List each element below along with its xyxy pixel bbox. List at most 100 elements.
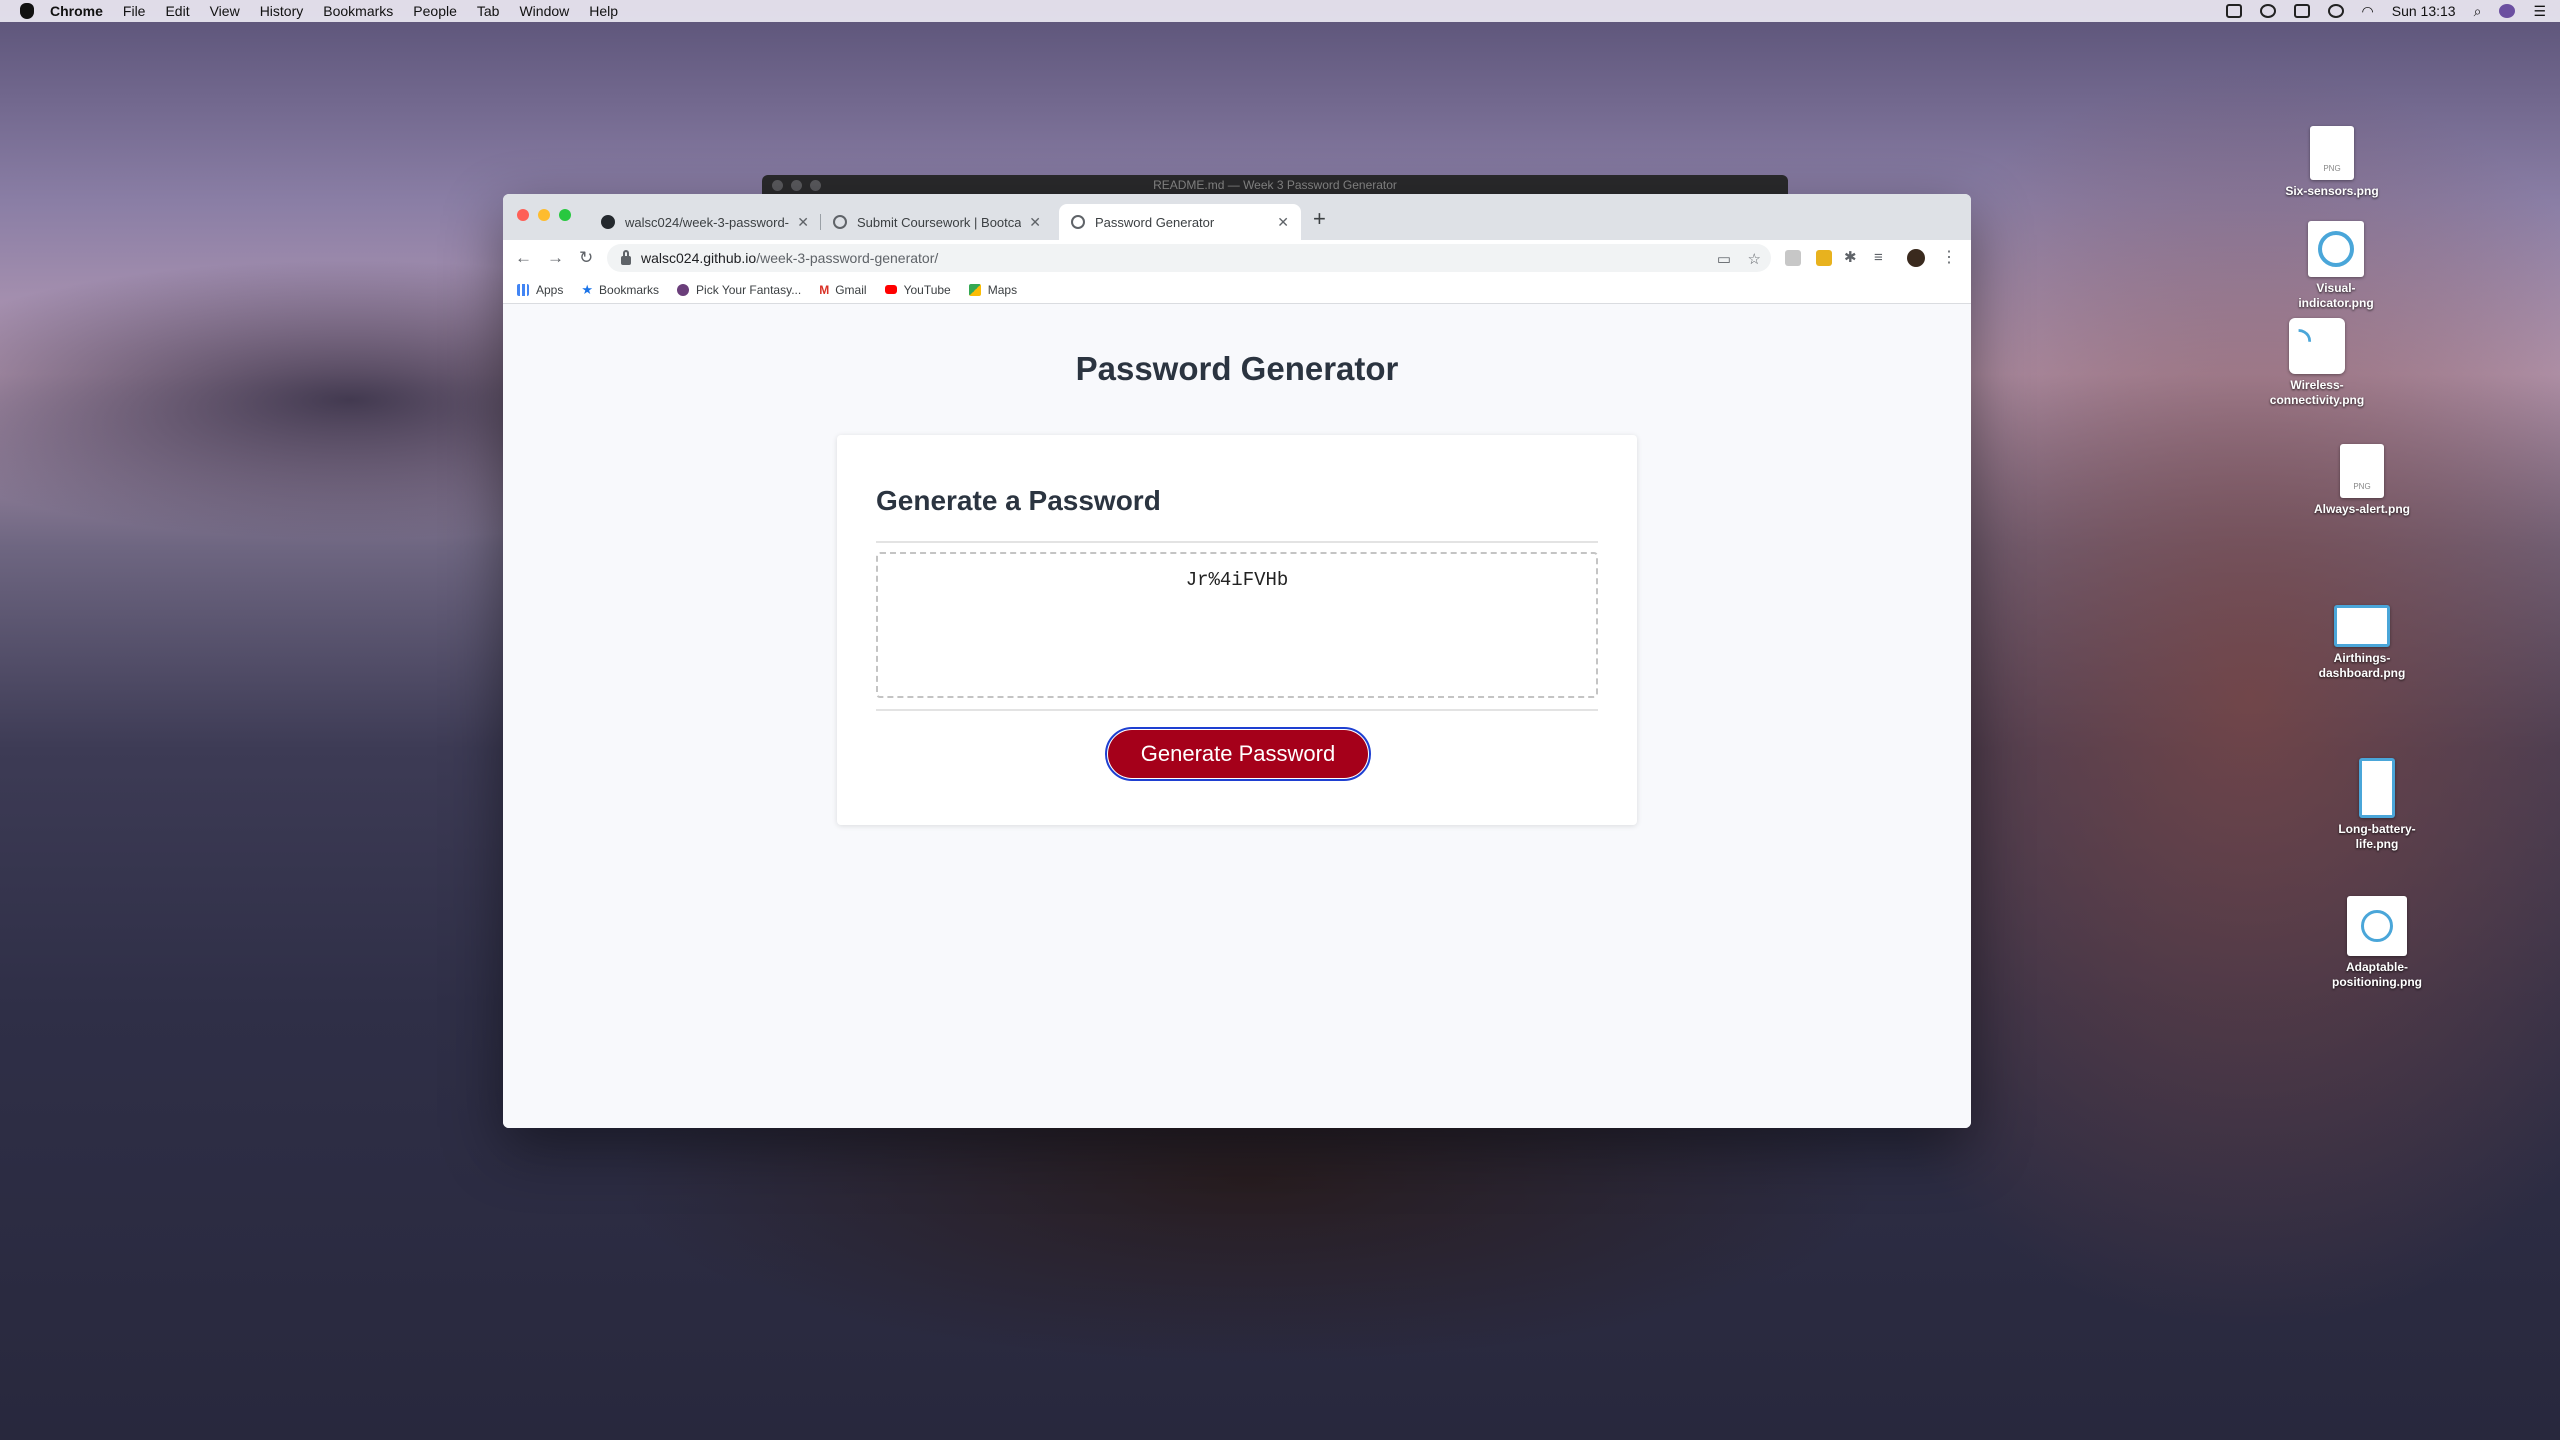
bookmark-bookmarks[interactable]: ★ Bookmarks — [581, 282, 659, 298]
extension-icon[interactable] — [1816, 250, 1832, 266]
youtube-icon — [884, 285, 897, 294]
puzzle-icon[interactable]: ✱ — [1844, 248, 1857, 268]
desktop-icon-label: Airthings-dashboard.png — [2318, 651, 2406, 680]
minimize-window-button[interactable] — [538, 209, 550, 221]
user-icon[interactable] — [2499, 4, 2516, 18]
apple-icon[interactable] — [20, 3, 34, 19]
browser-toolbar: ← → ↻ walsc024.github.io/week-3-password… — [503, 240, 1971, 276]
page-title: Password Generator — [1075, 350, 1399, 387]
site-icon — [677, 283, 690, 296]
close-tab-icon[interactable]: ✕ — [797, 214, 809, 231]
star-icon[interactable]: ☆ — [1748, 250, 1761, 268]
close-window-button[interactable] — [517, 209, 529, 221]
url-path: /week-3-password-generator/ — [756, 250, 939, 266]
target-icon — [2347, 896, 2407, 956]
bookmark-label: Apps — [536, 282, 564, 297]
avatar[interactable] — [1907, 249, 1925, 267]
divider — [876, 541, 1598, 543]
tab-password-generator[interactable]: Password Generator ✕ — [1059, 204, 1301, 240]
desktop-icon-label: Adaptable-positioning.png — [2332, 960, 2422, 989]
background-window-title: README.md — Week 3 Password Generator — [1153, 178, 1397, 192]
background-window-titlebar[interactable]: README.md — Week 3 Password Generator — [762, 175, 1788, 195]
bookmark-label: Bookmarks — [599, 282, 660, 297]
search-icon[interactable]: ⌕ — [2474, 3, 2482, 20]
gmail-icon: M — [819, 282, 830, 297]
menu-window[interactable]: Window — [519, 3, 569, 19]
cloud-icon[interactable] — [2259, 4, 2276, 18]
bookmark-apps[interactable]: Apps — [517, 283, 563, 297]
url-host: walsc024.github.io — [641, 250, 757, 266]
desktop-icon-visual-indicator[interactable]: Visual-indicator.png — [2281, 221, 2391, 311]
lock-icon[interactable] — [621, 249, 631, 265]
close-tab-icon[interactable]: ✕ — [1029, 214, 1041, 231]
bookmark-label: Gmail — [835, 282, 867, 297]
bluetooth-icon[interactable] — [2327, 4, 2344, 18]
desktop-icon-adaptable-positioning[interactable]: Adaptable-positioning.png — [2322, 896, 2432, 990]
cast-icon[interactable]: ▭ — [1717, 250, 1731, 268]
extension-icon[interactable] — [1785, 250, 1801, 266]
bookmark-label: Pick Your Fantasy... — [696, 282, 802, 297]
menu-view[interactable]: View — [210, 3, 240, 19]
desktop-icon-six-sensors[interactable]: Six-sensors.png — [2277, 126, 2387, 199]
status-area: ◠ Sun 13:13 ⌕ ☰ — [2225, 0, 2546, 22]
tab-title: walsc024/week-3-password-g — [625, 214, 790, 230]
menu-app-name[interactable]: Chrome — [50, 3, 103, 19]
bookmark-label: Maps — [987, 282, 1018, 297]
ring-icon — [2308, 221, 2364, 277]
desktop-icon-label: Long-battery-life.png — [2338, 822, 2416, 851]
bookmark-gmail[interactable]: M Gmail — [819, 283, 866, 297]
wifi-icon[interactable]: ◠ — [2362, 3, 2374, 20]
desktop-icon-label: Six-sensors.png — [2285, 184, 2379, 198]
tab-github[interactable]: walsc024/week-3-password-g ✕ — [589, 204, 821, 240]
reading-list-icon[interactable]: ≡ — [1874, 248, 1883, 268]
desktop-icon-long-battery-life[interactable]: Long-battery-life.png — [2322, 758, 2432, 852]
address-bar[interactable]: walsc024.github.io/week-3-password-gener… — [607, 244, 1771, 272]
desktop-icon-label: Visual-indicator.png — [2298, 281, 2374, 310]
close-tab-icon[interactable]: ✕ — [1277, 214, 1289, 231]
tab-title: Password Generator — [1095, 214, 1215, 230]
bookmark-youtube[interactable]: YouTube — [884, 283, 951, 297]
desktop-icon-label: Wireless-connectivity.png — [2269, 378, 2365, 407]
menu-file[interactable]: File — [123, 3, 146, 19]
control-center-icon[interactable]: ☰ — [2533, 3, 2546, 20]
battery-icon — [2359, 758, 2395, 818]
tab-submit-coursework[interactable]: Submit Coursework | Bootcam ✕ — [821, 204, 1053, 240]
page-content: Password Generator Generate a Password J… — [503, 305, 1971, 1128]
menu-edit[interactable]: Edit — [165, 3, 189, 19]
screen-record-icon[interactable] — [2225, 4, 2242, 18]
github-icon — [601, 215, 615, 229]
desktop-icon-wireless-connectivity[interactable]: ◝ Wireless-connectivity.png — [2262, 318, 2372, 408]
new-tab-button[interactable]: + — [1313, 208, 1326, 230]
card-header: Generate a Password — [876, 485, 1161, 516]
airplay-icon[interactable] — [2293, 4, 2310, 18]
browser-window: walsc024/week-3-password-g ✕ Submit Cour… — [503, 194, 1971, 1128]
menu-bookmarks[interactable]: Bookmarks — [323, 3, 393, 19]
menu-people[interactable]: People — [413, 3, 457, 19]
menu-help[interactable]: Help — [589, 3, 618, 19]
back-icon[interactable]: ← — [515, 248, 532, 268]
bookmark-maps[interactable]: Maps — [968, 282, 1018, 297]
star-icon: ★ — [581, 281, 594, 297]
menu-history[interactable]: History — [260, 3, 304, 19]
globe-icon — [833, 215, 847, 229]
forward-icon[interactable]: → — [547, 248, 564, 268]
divider — [876, 709, 1598, 711]
tab-title: Submit Coursework | Bootcam — [857, 214, 1022, 230]
reload-icon[interactable]: ↻ — [579, 248, 593, 268]
desktop-icon-airthings-dashboard[interactable]: Airthings-dashboard.png — [2307, 605, 2417, 681]
password-output[interactable]: Jr%4iFVHb — [876, 552, 1598, 698]
maps-icon — [968, 283, 981, 296]
clock[interactable]: Sun 13:13 — [2392, 3, 2456, 19]
desktop-icon-always-alert[interactable]: Always-alert.png — [2307, 444, 2417, 517]
wireless-icon: ◝ — [2289, 318, 2345, 374]
monitor-icon — [2334, 605, 2390, 647]
maximize-window-button[interactable] — [559, 209, 571, 221]
menu-kebab-icon[interactable]: ⋮ — [1941, 248, 1957, 268]
password-card: Generate a Password Jr%4iFVHb Generate P… — [837, 435, 1637, 825]
png-file-icon — [2340, 444, 2384, 498]
menu-tab[interactable]: Tab — [477, 3, 500, 19]
generate-password-button[interactable]: Generate Password — [1105, 727, 1371, 781]
menu-bar: Chrome File Edit View History Bookmarks … — [0, 0, 2560, 22]
tab-strip: walsc024/week-3-password-g ✕ Submit Cour… — [503, 194, 1971, 240]
bookmark-pick-your-fantasy[interactable]: Pick Your Fantasy... — [677, 283, 801, 297]
